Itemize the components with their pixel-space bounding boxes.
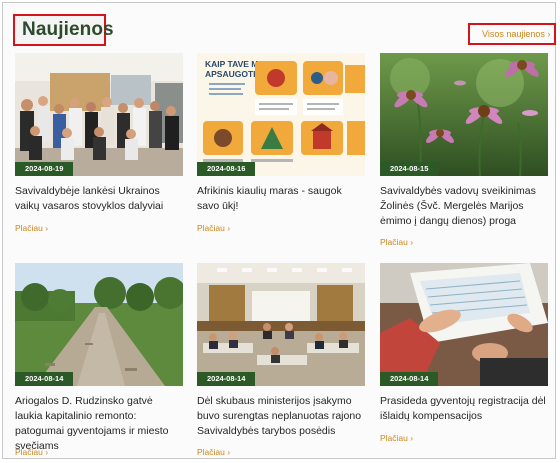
date-badge: 2024-08-14: [197, 372, 256, 386]
news-image-council-meeting[interactable]: 2024-08-14: [197, 263, 365, 386]
news-image-poster[interactable]: KAIP TAVE MAN APSAUGOTI? 2024-08-16: [197, 53, 365, 176]
date-badge: 2024-08-19: [15, 162, 74, 176]
news-title[interactable]: Dėl skubaus ministerijos įsakymo buvo su…: [197, 394, 365, 439]
news-title[interactable]: Afrikinis kiaulių maras - saugok savo ūk…: [197, 184, 365, 214]
news-image-flowers[interactable]: 2024-08-15: [380, 53, 548, 176]
all-news-link[interactable]: Visos naujienos ›: [482, 29, 550, 39]
section-title: Naujienos: [22, 19, 114, 40]
read-more-link[interactable]: Plačiau ›: [380, 237, 413, 247]
read-more-link[interactable]: Plačiau ›: [197, 447, 230, 457]
news-title[interactable]: Prasideda gyventojų registracija dėl išl…: [380, 394, 548, 424]
read-more-link[interactable]: Plačiau ›: [15, 223, 48, 233]
all-news-highlight[interactable]: Visos naujienos ›: [468, 23, 556, 45]
news-image-documents[interactable]: 2024-08-14: [380, 263, 548, 386]
news-title[interactable]: Savivaldybės vadovų sveikinimas Žolinės …: [380, 184, 548, 229]
section-title-highlight: Naujienos: [13, 14, 114, 46]
read-more-link[interactable]: Plačiau ›: [380, 433, 413, 443]
date-badge: 2024-08-14: [380, 372, 439, 386]
news-title[interactable]: Ariogalos D. Rudzinsko gatvė laukia kapi…: [15, 394, 183, 454]
date-badge: 2024-08-16: [197, 162, 256, 176]
news-title[interactable]: Savivaldybėje lankėsi Ukrainos vaikų vas…: [15, 184, 183, 214]
news-image-group-photo[interactable]: 2024-08-19: [15, 53, 183, 176]
date-badge: 2024-08-14: [15, 372, 74, 386]
read-more-link[interactable]: Plačiau ›: [197, 223, 230, 233]
news-image-road[interactable]: 2024-08-14: [15, 263, 183, 386]
read-more-link[interactable]: Plačiau ›: [15, 447, 48, 457]
date-badge: 2024-08-15: [380, 162, 439, 176]
poster-heading-2: APSAUGOTI?: [205, 69, 261, 79]
